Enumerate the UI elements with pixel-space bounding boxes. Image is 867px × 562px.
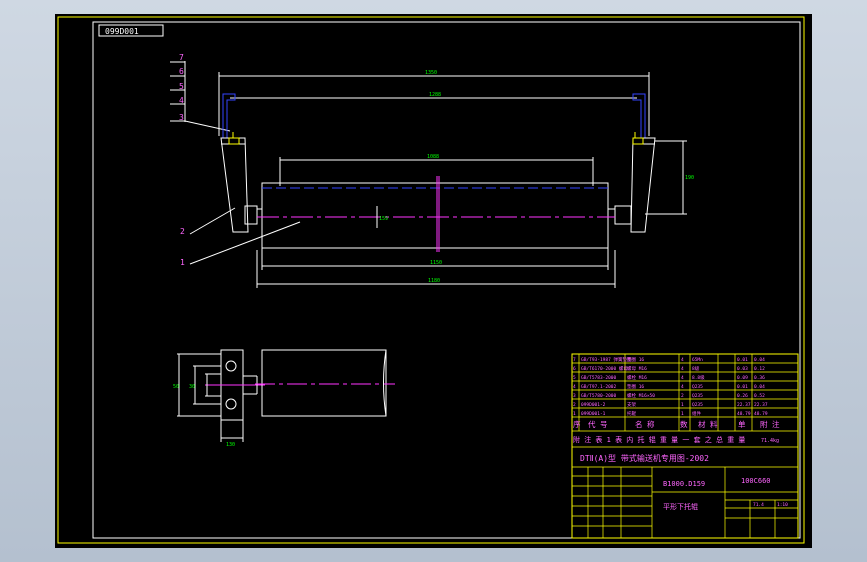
- parts-cell: 组件: [692, 410, 701, 417]
- parts-cell: 0.26: [737, 393, 748, 399]
- parts-cell: GB/T6170-2000 螺母: [581, 365, 628, 372]
- dim-159: 159: [379, 216, 388, 222]
- part-name: 平形下托辊: [663, 502, 698, 511]
- drawing-number: 099D001: [105, 27, 139, 36]
- mass-note: 附 注 表 1 表 内 托 辊 重 量 一 套 之 总 重 量: [573, 435, 745, 444]
- parts-cell: 0.01: [737, 384, 748, 390]
- small-value-2: 1:10: [777, 502, 788, 508]
- callout-6: 6: [179, 67, 184, 76]
- parts-cell: 65Mn: [692, 357, 703, 363]
- side-view: 50 30 130: [173, 349, 265, 448]
- side-dim-50: 50: [173, 384, 179, 390]
- parts-cell: 1: [681, 411, 684, 417]
- callout-4: 4: [179, 96, 184, 105]
- parts-cell: 垫圈 16: [627, 356, 644, 363]
- parts-cell: Q235: [692, 384, 703, 390]
- callout-stack: 7 6 5 4 3: [170, 53, 231, 132]
- parts-cell: 垫圈 16: [627, 383, 644, 390]
- parts-cell: 螺母 M16: [627, 365, 647, 372]
- dim-1350: 1350: [425, 70, 437, 76]
- parts-cell: 2: [573, 402, 576, 408]
- side-dim-30: 30: [189, 384, 195, 390]
- svg-text:单: 单: [738, 419, 746, 429]
- mass-value: 71.4kg: [761, 438, 779, 444]
- side-dim-130: 130: [226, 442, 235, 448]
- parts-cell: 22.37: [754, 402, 768, 408]
- standard-title: DTⅡ(A)型 带式输送机专用图-2002: [580, 453, 709, 463]
- callout-1: 1: [180, 258, 185, 267]
- left-support-bracket: [220, 137, 258, 233]
- callout-5: 5: [179, 82, 184, 91]
- svg-text:数: 数: [680, 419, 688, 429]
- parts-cell: 0.36: [754, 375, 765, 381]
- dim-1180: 1180: [428, 278, 440, 284]
- dim-1288: 1288: [429, 92, 441, 98]
- parts-cell: 4: [681, 357, 684, 363]
- parts-cell: 0.04: [754, 357, 765, 363]
- svg-text:序: 序: [573, 419, 581, 429]
- roller-body: 159: [257, 176, 615, 252]
- parts-cell: 螺栓 M16: [627, 374, 647, 381]
- bottom-dimensions: 1150 1180: [256, 248, 616, 288]
- callout-3: 3: [179, 113, 184, 122]
- parts-cell: 1: [573, 411, 576, 417]
- callout-2: 2: [180, 227, 185, 236]
- parts-cell: 099D001-1: [581, 411, 606, 417]
- parts-cell: 099D001-2: [581, 402, 606, 408]
- parts-cell: 3: [573, 393, 576, 399]
- svg-text:代 号: 代 号: [588, 419, 608, 429]
- parts-cell: 4: [681, 366, 684, 372]
- cad-drawing: 099D001 7 6 5 4 3 2 1 1350 1288 1088 190…: [57, 16, 805, 544]
- parts-cell: 2: [681, 393, 684, 399]
- parts-cell: 0.03: [737, 366, 748, 372]
- parts-cell: GB/T93-1987 弹簧垫圈: [581, 356, 632, 363]
- svg-text:材 料: 材 料: [698, 419, 718, 429]
- parts-cell: 0.04: [754, 384, 765, 390]
- svg-text:名 称: 名 称: [635, 419, 655, 429]
- dim-1150: 1150: [430, 260, 442, 266]
- title-block: 7 GB/T93-1987 弹簧垫圈垫圈 16 4 65Mn 0.01 0.046 GB/T…: [571, 353, 799, 539]
- parts-cell: 8级: [692, 365, 700, 372]
- drawing-viewport[interactable]: 099D001 7 6 5 4 3 2 1 1350 1288 1088 190…: [55, 14, 812, 548]
- parts-cell: 螺栓 M16×50: [627, 392, 655, 399]
- parts-cell: 0.52: [754, 393, 765, 399]
- parts-cell: 托辊: [627, 410, 636, 417]
- parts-cell: Q235: [692, 402, 703, 408]
- parts-cell: 4: [681, 375, 684, 381]
- parts-cell: GB/T5780-2000: [581, 393, 617, 399]
- parts-cell: GB/T5783-2000: [581, 375, 617, 381]
- drawing-code: 100C660: [741, 477, 771, 485]
- parts-header: 序 代 号 名 称 数 材 料 单 附 注: [573, 419, 780, 429]
- parts-cell: 48.79: [737, 411, 751, 417]
- parts-cell: GB/T97.1-2002: [581, 384, 617, 390]
- parts-cell: 48.79: [754, 411, 768, 417]
- dim-1088: 1088: [427, 154, 439, 160]
- svg-text:附 注: 附 注: [760, 419, 780, 429]
- right-support-bracket: 190: [614, 137, 694, 233]
- parts-cell: 8.8级: [692, 374, 705, 381]
- parts-cell: 6: [573, 366, 576, 372]
- parts-cell: 7: [573, 357, 576, 363]
- model-number: B1000.D159: [663, 480, 705, 488]
- small-value-1: 71.4: [753, 502, 764, 508]
- dim-190: 190: [685, 175, 694, 181]
- parts-cell: 5: [573, 375, 576, 381]
- parts-cell: 0.12: [754, 366, 765, 372]
- top-dimensions: 1350 1288 1088: [218, 70, 650, 186]
- frame-bolts: [222, 93, 646, 138]
- parts-cell: 1: [681, 402, 684, 408]
- parts-cell: Q235: [692, 393, 703, 399]
- parts-cell: 4: [681, 384, 684, 390]
- parts-cell: 支架: [627, 401, 636, 408]
- parts-cell: 0.01: [737, 357, 748, 363]
- parts-cell: 22.37: [737, 402, 751, 408]
- callout-parts: 2 1: [180, 207, 301, 267]
- parts-cell: 0.09: [737, 375, 748, 381]
- drawing-number-box: 099D001: [98, 24, 164, 37]
- plan-roller: [255, 349, 395, 417]
- callout-7: 7: [179, 53, 184, 62]
- parts-cell: 4: [573, 384, 576, 390]
